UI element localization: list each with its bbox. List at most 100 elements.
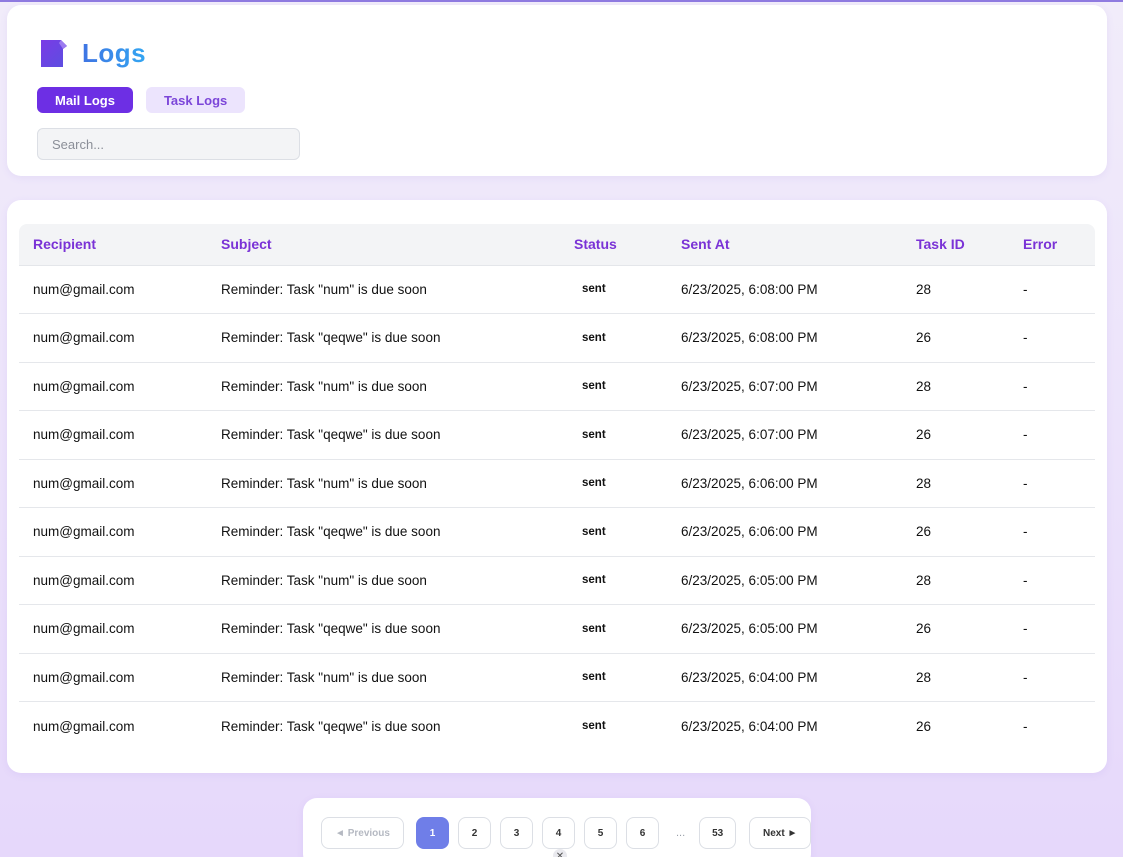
recipient-cell: num@gmail.com — [19, 410, 207, 460]
subject-cell: Reminder: Task "qeqwe" is due soon — [221, 718, 441, 734]
table-row: num@gmail.com Reminder: Task "qeqwe" is … — [19, 313, 1095, 363]
recipient-cell: num@gmail.com — [19, 507, 207, 557]
table-header-row: Recipient Subject Status Sent At Task ID… — [19, 224, 1095, 266]
close-icon[interactable]: ✕ — [553, 849, 567, 857]
error-cell: - — [1009, 507, 1095, 557]
sent-at-cell: 6/23/2025, 6:05:00 PM — [667, 556, 902, 605]
table-row: num@gmail.com Reminder: Task "num" is du… — [19, 653, 1095, 702]
error-cell: - — [1009, 410, 1095, 460]
task-id-cell: 28 — [902, 556, 1009, 605]
page-button-5[interactable]: 5 — [584, 817, 617, 849]
error-cell: - — [1009, 362, 1095, 411]
previous-page-button[interactable]: ◄ Previous — [321, 817, 404, 849]
subject-cell: Reminder: Task "num" is due soon — [207, 556, 560, 605]
table-row: num@gmail.com Reminder: Task "num" is du… — [19, 265, 1095, 314]
sent-at-cell: 6/23/2025, 6:06:00 PM — [667, 459, 902, 508]
next-page-button[interactable]: Next ► — [749, 817, 812, 849]
page-button-1[interactable]: 1 — [416, 817, 449, 849]
error-cell: - — [1009, 459, 1095, 508]
tab-mail-logs[interactable]: Mail Logs — [37, 87, 133, 113]
status-badge: sent — [560, 604, 667, 654]
column-header-recipient[interactable]: Recipient — [19, 224, 207, 266]
error-cell: - — [1009, 653, 1095, 702]
page-button-6[interactable]: 6 — [626, 817, 659, 849]
title-row: Logs — [39, 37, 146, 69]
table-row: num@gmail.com Reminder: Task "num" is du… — [19, 362, 1095, 411]
task-id-cell: 28 — [902, 265, 1009, 314]
pagination-card: ◄ Previous 1 2 3 4 5 6 ... 53 Next ► — [303, 798, 812, 857]
subject-cell: Reminder: Task "qeqwe" is due soon — [207, 410, 560, 460]
sent-at-cell: 6/23/2025, 6:08:00 PM — [667, 265, 902, 314]
error-cell: - — [1023, 718, 1028, 734]
column-header-task-id[interactable]: Task ID — [902, 224, 1009, 266]
subject-cell: Reminder: Task "qeqwe" is due soon — [207, 313, 560, 363]
tab-task-logs[interactable]: Task Logs — [145, 87, 246, 113]
mail-logs-table: Recipient Subject Status Sent At Task ID… — [19, 224, 1095, 750]
page-title: Logs — [82, 38, 147, 68]
task-id-cell: 28 — [902, 653, 1009, 702]
sent-at-cell: 6/23/2025, 6:07:00 PM — [667, 410, 902, 460]
subject-cell: Reminder: Task "num" is due soon — [207, 459, 560, 508]
search-input[interactable] — [37, 128, 300, 160]
status-badge: sent — [560, 556, 667, 605]
log-tabs: Mail Logs Task Logs — [37, 87, 246, 113]
task-id-cell: 26 — [902, 604, 1009, 654]
subject-cell: Reminder: Task "qeqwe" is due soon — [207, 507, 560, 557]
page-button-2[interactable]: 2 — [458, 817, 491, 849]
page-button-4[interactable]: 4 — [542, 817, 575, 849]
column-header-error[interactable]: Error — [1009, 224, 1095, 266]
error-cell: - — [1009, 556, 1095, 605]
table-row: num@gmail.com Reminder: Task "num" is du… — [19, 556, 1095, 605]
table-row: num@gmail.com Reminder: Task "qeqwe" is … — [19, 507, 1095, 557]
notebook-icon — [41, 40, 67, 67]
status-badge: sent — [560, 459, 667, 508]
page-button-3[interactable]: 3 — [500, 817, 533, 849]
sent-at-cell: 6/23/2025, 6:04:00 PM — [667, 653, 902, 702]
recipient-cell: num@gmail.com — [19, 604, 207, 654]
table-row: num@gmail.com Reminder: Task "num" is du… — [19, 459, 1095, 508]
sent-at-cell: 6/23/2025, 6:07:00 PM — [667, 362, 902, 411]
table-row: num@gmail.com Reminder: Task "qeqwe" is … — [19, 702, 1095, 751]
column-header-status[interactable]: Status — [560, 224, 667, 266]
pagination-ellipsis: ... — [676, 827, 686, 839]
logs-table-card: Recipient Subject Status Sent At Task ID… — [7, 200, 1107, 773]
status-badge: sent — [560, 653, 667, 702]
task-id-cell: 26 — [916, 718, 932, 734]
status-badge: sent — [560, 507, 667, 557]
header-card: Logs Mail Logs Task Logs — [7, 5, 1107, 176]
recipient-cell: num@gmail.com — [19, 459, 207, 508]
status-badge: sent — [560, 313, 667, 363]
subject-cell: Reminder: Task "num" is due soon — [207, 265, 560, 314]
recipient-cell: num@gmail.com — [19, 362, 207, 411]
subject-cell: Reminder: Task "num" is due soon — [207, 653, 560, 702]
recipient-cell: num@gmail.com — [19, 265, 207, 314]
recipient-cell: num@gmail.com — [19, 313, 207, 363]
column-header-subject[interactable]: Subject — [207, 224, 560, 266]
status-badge: sent — [582, 720, 606, 732]
task-id-cell: 26 — [902, 313, 1009, 363]
sent-at-cell: 6/23/2025, 6:05:00 PM — [667, 604, 902, 654]
table-row: num@gmail.com Reminder: Task "qeqwe" is … — [19, 410, 1095, 460]
task-id-cell: 26 — [902, 507, 1009, 557]
status-badge: sent — [560, 410, 667, 460]
sent-at-cell: 6/23/2025, 6:04:00 PM — [681, 718, 818, 734]
subject-cell: Reminder: Task "qeqwe" is due soon — [207, 604, 560, 654]
task-id-cell: 28 — [902, 459, 1009, 508]
pagination: ◄ Previous 1 2 3 4 5 6 ... 53 Next ► — [321, 817, 820, 849]
sent-at-cell: 6/23/2025, 6:08:00 PM — [667, 313, 902, 363]
status-badge: sent — [560, 265, 667, 314]
recipient-cell: num@gmail.com — [19, 653, 207, 702]
status-badge: sent — [560, 362, 667, 411]
error-cell: - — [1009, 265, 1095, 314]
page-button-last[interactable]: 53 — [699, 817, 737, 849]
error-cell: - — [1009, 604, 1095, 654]
subject-cell: Reminder: Task "num" is due soon — [207, 362, 560, 411]
column-header-sent-at[interactable]: Sent At — [667, 224, 902, 266]
sent-at-cell: 6/23/2025, 6:06:00 PM — [667, 507, 902, 557]
error-cell: - — [1009, 313, 1095, 363]
recipient-cell: num@gmail.com — [19, 556, 207, 605]
task-id-cell: 26 — [902, 410, 1009, 460]
recipient-cell: num@gmail.com — [33, 718, 135, 734]
table-row: num@gmail.com Reminder: Task "qeqwe" is … — [19, 604, 1095, 654]
task-id-cell: 28 — [902, 362, 1009, 411]
